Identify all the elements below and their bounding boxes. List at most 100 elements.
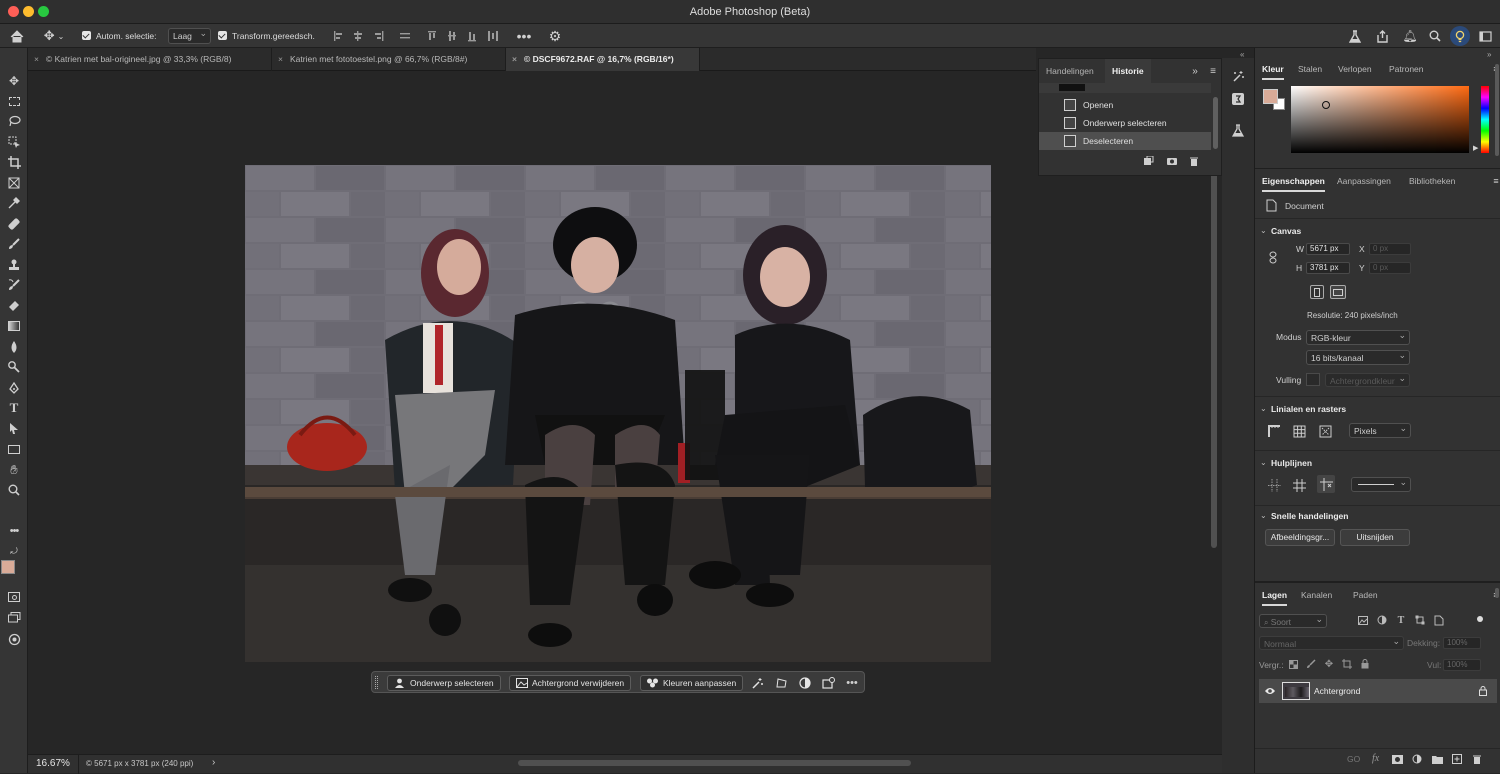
workspace-icon[interactable]: [1475, 28, 1495, 44]
adjustment-icon[interactable]: [797, 675, 813, 691]
eye-visibility-icon[interactable]: [1263, 684, 1277, 698]
color-picker-ring[interactable]: [1322, 101, 1330, 109]
fill-dropdown[interactable]: Achtergrondkleur: [1325, 371, 1410, 387]
transform-controls-checkbox[interactable]: [218, 31, 227, 40]
generative-fill-icon[interactable]: [820, 675, 836, 691]
auto-select-checkbox[interactable]: [82, 31, 91, 40]
tab-channels[interactable]: Kanalen: [1301, 584, 1332, 606]
hand-tool-icon[interactable]: ✋︎: [4, 461, 24, 479]
lock-artboard-icon[interactable]: [1341, 658, 1353, 670]
mode-dropdown[interactable]: RGB-kleur: [1306, 328, 1410, 345]
units-dropdown[interactable]: Pixels: [1349, 421, 1411, 438]
panel-collapse-icon[interactable]: »: [1189, 65, 1201, 77]
horizontal-scrollbar[interactable]: [518, 760, 911, 766]
color-field[interactable]: [1291, 86, 1469, 153]
filter-type-icon[interactable]: T: [1395, 614, 1407, 626]
pen-tool-icon[interactable]: [4, 379, 24, 397]
move-tool-preset-icon[interactable]: ✥ ⌄: [40, 28, 68, 44]
height-field[interactable]: 3781 px: [1306, 262, 1350, 274]
lock-position-icon[interactable]: ✥: [1323, 658, 1335, 670]
stamp-tool-icon[interactable]: [4, 256, 24, 274]
hue-slider[interactable]: [1481, 86, 1489, 153]
tab-layers[interactable]: Lagen: [1262, 584, 1288, 606]
align-icons-group[interactable]: [332, 29, 416, 43]
camera-snapshot-icon[interactable]: [1165, 155, 1179, 167]
fill-opacity-field[interactable]: 100%: [1443, 659, 1481, 671]
frame-tool-icon[interactable]: [4, 174, 24, 192]
tab-actions[interactable]: Handelingen: [1039, 59, 1101, 83]
layer-filter-dropdown[interactable]: ⌕ Soort: [1259, 612, 1327, 628]
ruler-icon[interactable]: [1266, 423, 1282, 439]
tab-gradients[interactable]: Verlopen: [1338, 58, 1372, 80]
move-tool-icon[interactable]: ✥: [4, 72, 24, 90]
expand-panels-icon[interactable]: »: [1487, 50, 1491, 59]
search-icon[interactable]: [1426, 28, 1444, 44]
tab-properties[interactable]: Eigenschappen: [1262, 170, 1325, 192]
notifications-bell-icon[interactable]: 🔔︎: [1400, 28, 1420, 44]
layer-row[interactable]: Achtergrond: [1259, 679, 1497, 703]
width-field[interactable]: 5671 px: [1306, 243, 1350, 255]
filter-shape-icon[interactable]: [1414, 614, 1426, 626]
filter-adjustment-icon[interactable]: [1376, 614, 1388, 626]
image-size-button[interactable]: Afbeeldingsgr...: [1265, 529, 1335, 546]
distribute-icons-group[interactable]: [426, 29, 504, 43]
fx-icon[interactable]: fx: [1372, 753, 1379, 764]
generative-panel-icon[interactable]: [1228, 68, 1248, 86]
eyedropper-tool-icon[interactable]: [4, 194, 24, 212]
select-subject-button[interactable]: Onderwerp selecteren: [387, 675, 501, 691]
generative-tool-icon[interactable]: [4, 630, 24, 648]
lasso-tool-icon[interactable]: [4, 112, 24, 130]
tab-libraries[interactable]: Bibliotheken: [1409, 170, 1455, 192]
beta-flask-icon[interactable]: [1228, 121, 1248, 139]
zoom-level[interactable]: 16.67%: [36, 758, 70, 769]
gradient-tool-icon[interactable]: [4, 317, 24, 335]
pixel-grid-icon[interactable]: [1317, 423, 1333, 439]
tab-doc-1[interactable]: × © Katrien met bal-origineel.jpg @ 33,3%…: [28, 48, 272, 71]
auto-select-dropdown[interactable]: Laag: [168, 26, 211, 44]
bit-depth-dropdown[interactable]: 16 bits/kanaal: [1306, 348, 1410, 365]
guides-icon[interactable]: [1266, 477, 1282, 493]
chevron-down-icon[interactable]: ⌄: [1260, 226, 1267, 235]
crop-button[interactable]: Uitsnijden: [1340, 529, 1410, 546]
filter-pixel-icon[interactable]: [1357, 614, 1369, 626]
eraser-tool-icon[interactable]: [4, 297, 24, 315]
color-fg-swatch[interactable]: [1263, 89, 1278, 104]
history-item-active[interactable]: Deselecteren: [1039, 132, 1211, 150]
group-folder-icon[interactable]: [1431, 753, 1443, 765]
history-snapshot-row[interactable]: [1039, 83, 1211, 93]
share-icon[interactable]: [1372, 28, 1392, 44]
more-options-icon[interactable]: •••: [514, 28, 534, 44]
lock-all-icon[interactable]: [1359, 658, 1371, 670]
new-document-from-state-icon[interactable]: [1141, 155, 1155, 167]
color-panel-scrollbar[interactable]: [1495, 64, 1499, 156]
zoom-tool-icon[interactable]: [4, 481, 24, 499]
spot-healing-tool-icon[interactable]: [4, 215, 24, 233]
edit-toolbar-icon[interactable]: •••: [4, 522, 24, 540]
delete-layer-icon[interactable]: [1471, 753, 1483, 765]
home-icon[interactable]: [8, 28, 26, 44]
tab-doc-2[interactable]: × Katrien met fototoestel.png @ 66,7% (RG…: [272, 48, 506, 71]
history-item[interactable]: Openen: [1039, 96, 1211, 114]
history-brush-tool-icon[interactable]: [4, 276, 24, 294]
more-icon[interactable]: •••: [844, 675, 860, 691]
status-menu-arrow[interactable]: ›: [212, 757, 215, 768]
chevron-down-icon[interactable]: ⌄: [1260, 404, 1267, 413]
chevron-down-icon[interactable]: ⌄: [1260, 511, 1267, 520]
lock-pixels-icon[interactable]: [1305, 658, 1317, 670]
hue-slider-pointer-icon[interactable]: ▶: [1473, 144, 1478, 152]
link-layers-icon[interactable]: GO: [1347, 754, 1360, 764]
close-tab-icon[interactable]: ×: [512, 48, 517, 71]
magic-wand-icon[interactable]: [750, 675, 766, 691]
tab-history[interactable]: Historie: [1105, 59, 1151, 83]
drag-handle-icon[interactable]: [375, 676, 378, 689]
collapse-panels-icon[interactable]: «: [1240, 50, 1244, 59]
history-panel-icon[interactable]: [1228, 90, 1248, 108]
crop-tool-icon[interactable]: [4, 153, 24, 171]
document-image[interactable]: [245, 165, 991, 662]
gear-icon[interactable]: ⚙: [546, 28, 564, 44]
opacity-field[interactable]: 100%: [1443, 637, 1481, 649]
rectangle-tool-icon[interactable]: [4, 440, 24, 458]
dodge-tool-icon[interactable]: [4, 358, 24, 376]
history-scrollbar[interactable]: [1213, 97, 1218, 149]
y-field[interactable]: 0 px: [1369, 262, 1411, 274]
